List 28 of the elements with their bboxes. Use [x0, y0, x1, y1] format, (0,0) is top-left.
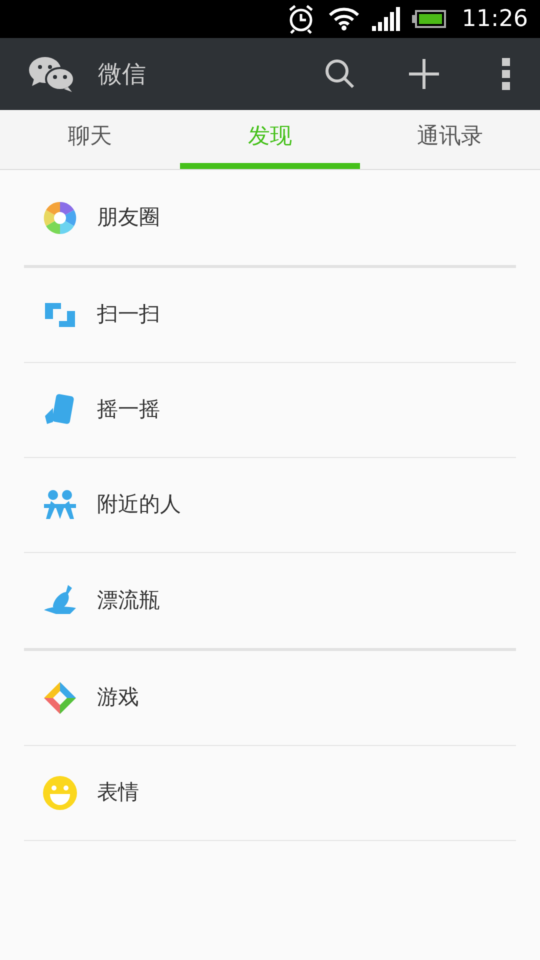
battery-icon	[412, 10, 446, 28]
tab[interactable]: 聊天	[0, 110, 180, 169]
search-icon	[324, 58, 356, 90]
item-label: 摇一摇	[97, 396, 160, 424]
item-label: 漂流瓶	[97, 586, 160, 614]
item-label: 表情	[97, 779, 139, 806]
discover-item[interactable]: 扫一扫	[24, 268, 516, 363]
colorful-diamond-icon	[42, 680, 78, 716]
app-title: 微信	[98, 59, 147, 90]
discover-item[interactable]: 表情	[24, 746, 516, 841]
aperture-icon	[42, 200, 78, 236]
discover-item[interactable]: 附近的人	[24, 458, 516, 553]
discover-item[interactable]: 朋友圈	[24, 170, 516, 265]
tab[interactable]: 通讯录	[360, 110, 540, 169]
discover-item[interactable]: 摇一摇	[24, 363, 516, 458]
item-label: 朋友圈	[97, 204, 160, 231]
status-time: 11:26	[462, 4, 528, 34]
more-icon	[502, 58, 510, 90]
item-label: 游戏	[97, 684, 139, 712]
discover-item[interactable]: 漂流瓶	[24, 553, 516, 648]
chat-bubbles-icon	[28, 55, 74, 93]
item-label: 扫一扫	[97, 301, 160, 328]
wifi-icon	[328, 6, 360, 32]
plus-icon	[408, 58, 440, 90]
discover-item[interactable]: 游戏	[24, 651, 516, 746]
smiley-icon	[42, 775, 78, 811]
signal-icon	[372, 7, 400, 31]
item-label: 附近的人	[97, 491, 181, 518]
